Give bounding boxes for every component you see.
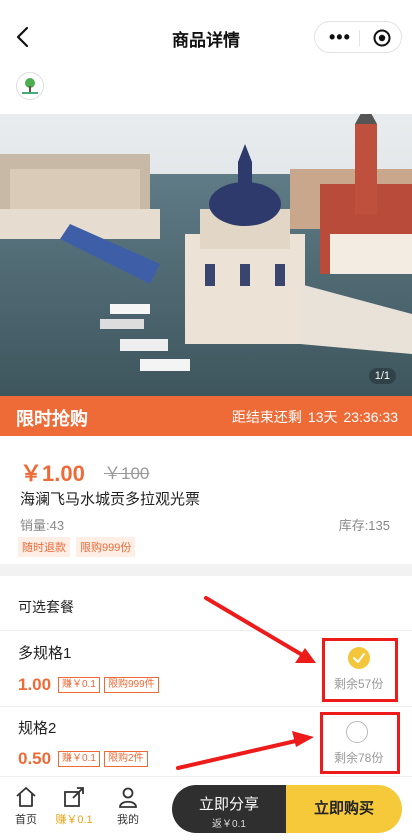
share-rebate: 返￥0.1	[212, 819, 246, 830]
tab-earn[interactable]: 赚￥0.1	[52, 785, 96, 827]
home-icon	[16, 787, 36, 807]
share-label: 立即分享	[198, 796, 259, 813]
share-icon	[64, 787, 84, 807]
annotation-arrows	[176, 596, 316, 770]
user-icon	[119, 787, 137, 808]
tab-label: 赚￥0.1	[55, 814, 93, 826]
bottom-bar: 首页 赚￥0.1 我的 立即分享 返￥0.1 立即购买	[0, 776, 412, 840]
tab-home[interactable]: 首页	[4, 785, 48, 827]
product-detail-page: 商品详情 ••• 1/1 限时抢购 距结束还剩 13天 23:36:33 ￥1.…	[0, 0, 412, 840]
tab-mine[interactable]: 我的	[106, 785, 150, 827]
tab-label: 我的	[117, 814, 139, 826]
tab-label: 首页	[15, 814, 37, 826]
buy-now-button[interactable]: 立即购买	[286, 785, 402, 833]
share-button[interactable]: 立即分享 返￥0.1	[172, 785, 286, 833]
